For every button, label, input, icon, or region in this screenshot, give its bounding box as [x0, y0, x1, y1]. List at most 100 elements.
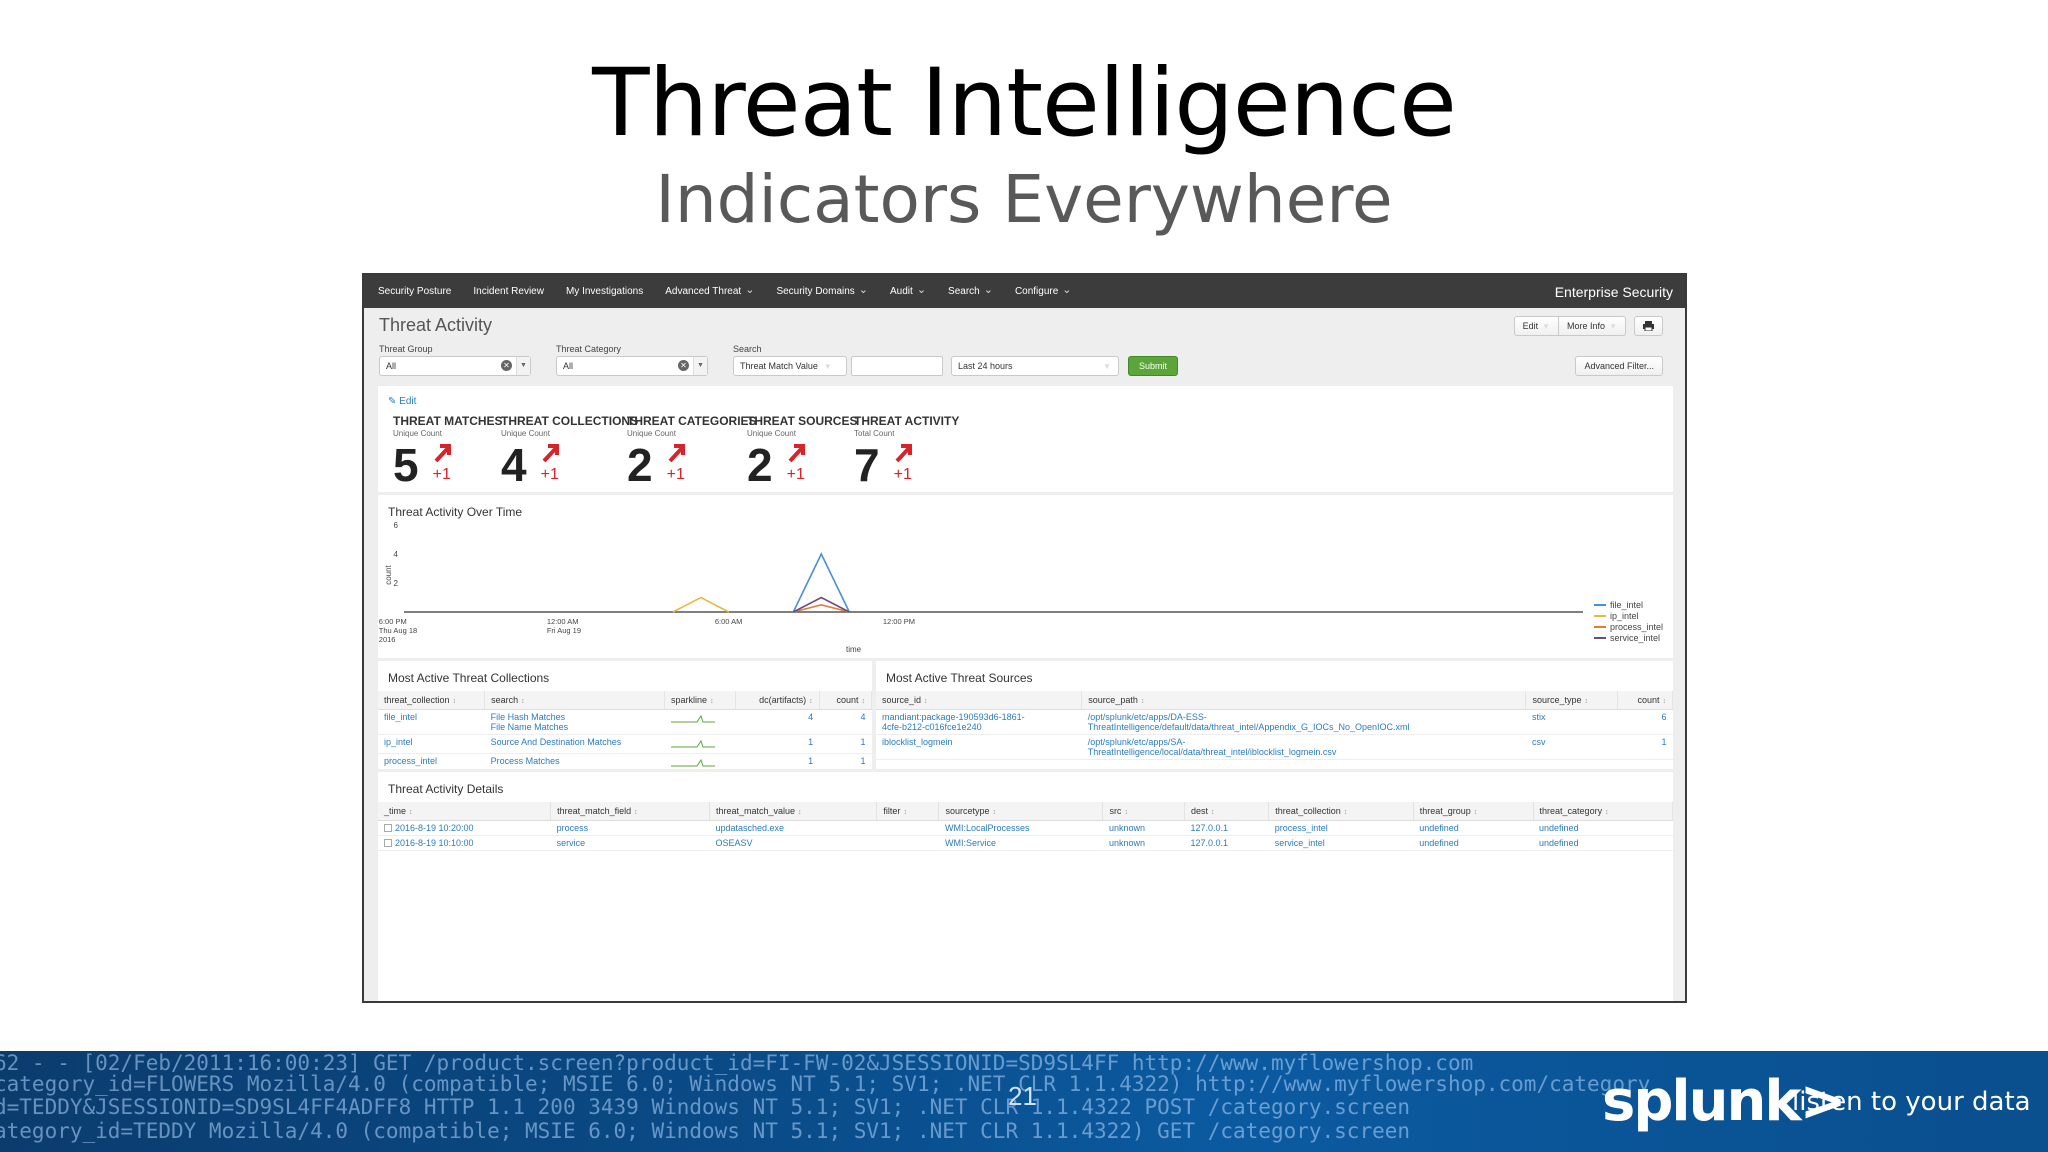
kpi-title: THREAT ACTIVITY: [854, 414, 960, 428]
nav-item-label: Search: [948, 286, 980, 297]
column-header[interactable]: threat_match_value ↕: [709, 802, 878, 821]
collections-title: Most Active Threat Collections: [388, 671, 550, 685]
column-header[interactable]: source_path ↕: [1081, 691, 1527, 710]
collection-link[interactable]: ip_intel: [378, 734, 485, 754]
search-link[interactable]: File Name Matches: [491, 722, 659, 732]
kpi-subtitle: Unique Count: [393, 429, 442, 438]
details-panel: Threat Activity Details _time ↕ threat_mat…: [378, 772, 1674, 1001]
page-content: Threat Activity Edit ▼ More Info ▼ Threat …: [378, 308, 1674, 1001]
slide-title: Threat Intelligence: [592, 49, 1457, 158]
sort-icon: ↕: [634, 809, 638, 816]
nav-item-advanced-threat[interactable]: Advanced Threat ⌄: [665, 284, 754, 298]
dc-artifacts-cell: 1: [735, 734, 820, 754]
column-header[interactable]: sparkline ↕: [664, 691, 736, 710]
column-header[interactable]: count ↕: [1617, 691, 1674, 710]
column-header-label: _time: [384, 806, 407, 816]
kpi-edit-link[interactable]: ✎ Edit: [388, 396, 416, 407]
y-tick-label: 2: [394, 579, 399, 588]
kpi-edit-label: Edit: [399, 396, 417, 407]
column-header[interactable]: threat_group ↕: [1413, 802, 1534, 821]
column-header-label: source_type: [1532, 695, 1582, 705]
x-tick-label: 6:00 PM: [379, 617, 407, 626]
time-range-select[interactable]: Last 24 hours ▼: [951, 356, 1119, 376]
column-header[interactable]: search ↕: [484, 691, 666, 710]
details-cell-threat-match-field: process: [550, 820, 710, 836]
table-row: file_intel File Hash Matches File Name Mat…: [378, 709, 872, 735]
threat-group-select[interactable]: All ✕ ▼: [379, 356, 531, 376]
edit-button[interactable]: Edit ▼: [1513, 316, 1560, 336]
details-cell--time[interactable]: 2016-8-19 10:10:00: [378, 835, 551, 851]
details-cell-threat-match-value[interactable]: updatasched.exe: [709, 820, 877, 836]
nav-item-audit[interactable]: Audit ⌄: [890, 284, 926, 298]
filter-bar: Threat Group All ✕ ▼ Threat Category All…: [379, 344, 1674, 384]
column-header[interactable]: filter ↕: [876, 802, 940, 821]
collection-link[interactable]: file_intel: [378, 709, 485, 735]
nav-item-label: Configure: [1014, 286, 1059, 297]
nav-item-label: Security Domains: [776, 286, 855, 297]
column-header[interactable]: src ↕: [1102, 802, 1186, 821]
nav-item-label: Incident Review: [473, 286, 544, 297]
source-path-line: /opt/splunk/etc/apps/DA-ESS-: [1087, 712, 1207, 722]
chevron-down-icon: ⌄: [858, 283, 869, 296]
column-header[interactable]: threat_category ↕: [1533, 802, 1674, 821]
column-header[interactable]: source_type ↕: [1525, 691, 1618, 710]
source-type-cell: csv: [1525, 734, 1618, 760]
collection-link[interactable]: process_intel: [378, 753, 485, 773]
nav-item-security-domains[interactable]: Security Domains ⌄: [776, 283, 869, 298]
kpi-trend: +1: [785, 442, 813, 488]
dc-artifacts-cell: 4: [735, 709, 820, 735]
clear-icon[interactable]: ✕: [678, 360, 689, 371]
column-header[interactable]: _time ↕: [378, 802, 552, 821]
column-header[interactable]: sourcetype ↕: [938, 802, 1104, 821]
search-field-select[interactable]: Threat Match Value ▼: [733, 356, 847, 376]
chevron-down-icon[interactable]: ▼: [516, 357, 530, 375]
clear-icon[interactable]: ✕: [501, 360, 512, 371]
row-checkbox[interactable]: [384, 824, 392, 832]
submit-button[interactable]: Submit: [1128, 356, 1179, 376]
source-id-cell[interactable]: mandiant:package-190593d6-1861- 4cfe-b212…: [876, 709, 1082, 735]
nav-item-incident-review[interactable]: Incident Review: [473, 286, 544, 297]
sources-table: source_id ↕ source_path ↕ source_type ↕ count ↕…: [876, 691, 1674, 760]
source-id-cell[interactable]: iblocklist_logmein: [876, 734, 1082, 760]
nav-item-configure[interactable]: Configure ⌄: [1014, 284, 1072, 298]
search-input[interactable]: [851, 356, 943, 376]
table-row: ip_intel Source And Destination Matches 1 1: [378, 734, 872, 754]
threat-category-select[interactable]: All ✕ ▼: [556, 356, 708, 376]
more-info-button[interactable]: More Info ▼: [1559, 316, 1626, 336]
nav-item-my-investigations[interactable]: My Investigations: [566, 286, 643, 297]
chevron-down-icon: ⌄: [983, 283, 993, 296]
column-header[interactable]: count ↕: [819, 691, 873, 710]
source-path-cell[interactable]: /opt/splunk/etc/apps/SA- ThreatIntelligen…: [1081, 734, 1526, 760]
column-header-label: dc(artifacts): [759, 695, 807, 705]
kpi-title: THREAT CATEGORIES: [627, 414, 757, 428]
source-path-line: ThreatIntelligence/default/data/threat_i…: [1087, 722, 1410, 732]
sparkline-cell: [664, 709, 736, 735]
count-cell: 1: [1617, 734, 1673, 760]
details-cell-sourcetype: WMI:LocalProcesses: [938, 820, 1103, 836]
column-header[interactable]: dc(artifacts) ↕: [735, 691, 820, 710]
column-header[interactable]: dest ↕: [1184, 802, 1270, 821]
kpi-value-row: 4 +1: [501, 442, 638, 488]
column-header-label: threat_collection: [1275, 806, 1341, 816]
column-header[interactable]: source_id ↕: [876, 691, 1083, 710]
nav-item-security-posture[interactable]: Security Posture: [378, 286, 451, 297]
search-field-value: Threat Match Value: [740, 361, 818, 371]
chevron-down-icon[interactable]: ▼: [693, 357, 707, 375]
nav-item-search[interactable]: Search ⌄: [948, 283, 993, 298]
print-button[interactable]: [1634, 316, 1663, 336]
print-icon: [1643, 321, 1654, 331]
details-cell--time[interactable]: 2016-8-19 10:20:00: [378, 820, 551, 836]
search-link[interactable]: Source And Destination Matches: [491, 737, 659, 747]
search-link[interactable]: File Hash Matches: [491, 712, 659, 722]
table-row: 2016-8-19 10:20:00 process updatasched.exe…: [378, 820, 1673, 836]
column-header[interactable]: threat_collection ↕: [378, 691, 486, 710]
column-header[interactable]: threat_collection ↕: [1268, 802, 1414, 821]
row-checkbox[interactable]: [384, 839, 392, 847]
search-cell: File Hash Matches File Name Matches: [484, 709, 665, 735]
advanced-filter-button[interactable]: Advanced Filter...: [1575, 356, 1663, 376]
kpi-value: 2: [627, 439, 653, 491]
details-cell-threat-match-value[interactable]: OSEASV: [709, 835, 877, 851]
column-header[interactable]: threat_match_field ↕: [550, 802, 710, 821]
search-link[interactable]: Process Matches: [491, 756, 659, 766]
source-path-cell[interactable]: /opt/splunk/etc/apps/DA-ESS- ThreatIntell…: [1081, 709, 1526, 735]
